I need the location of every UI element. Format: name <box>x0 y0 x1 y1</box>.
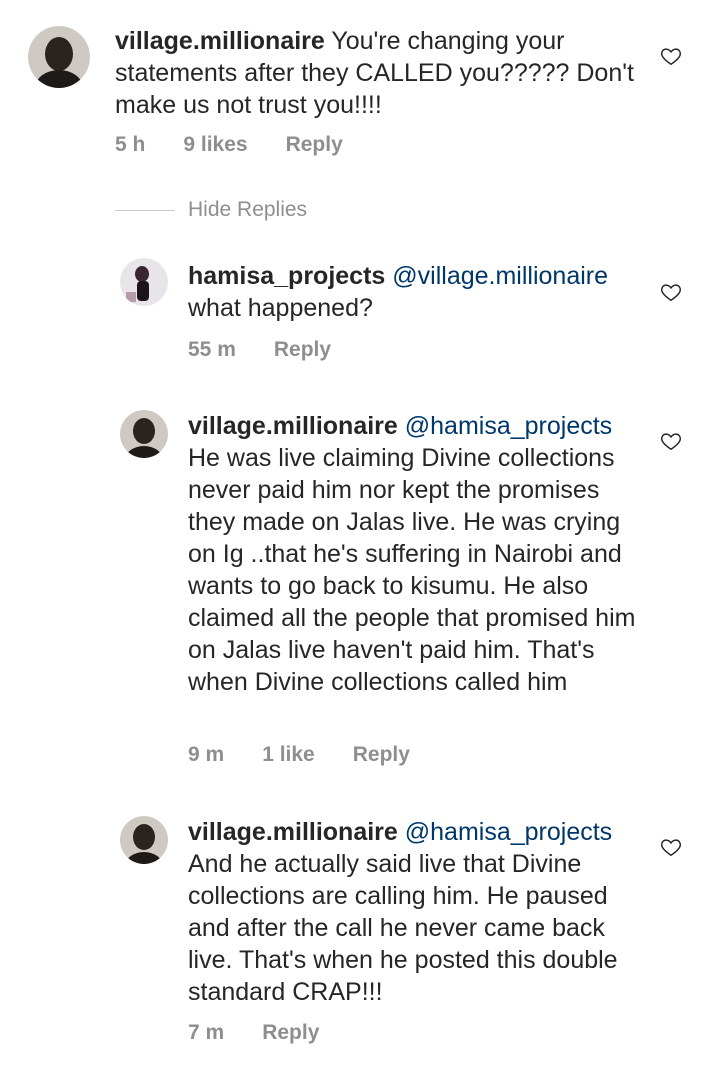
comment-meta: 5 h 9 likes Reply <box>115 133 343 157</box>
comment-text: village.millionaire You're changing your… <box>115 25 635 121</box>
comment-mention[interactable]: @hamisa_projects <box>405 818 612 846</box>
comment-meta: 55 m Reply <box>188 338 331 362</box>
reply-button[interactable]: Reply <box>353 743 410 767</box>
avatar[interactable] <box>120 258 168 306</box>
comment-text: village.millionaire @hamisa_projects He … <box>188 410 638 698</box>
reply-button[interactable]: Reply <box>274 338 331 362</box>
heart-outline-icon[interactable] <box>660 430 682 452</box>
comment-username[interactable]: village.millionaire <box>188 412 398 440</box>
comment-body: He was live claiming Divine collections … <box>188 444 636 696</box>
avatar[interactable] <box>120 816 168 864</box>
comment-body: And he actually said live that Divine co… <box>188 850 618 1006</box>
comment-meta: 9 m 1 like Reply <box>188 743 410 767</box>
comment-mention[interactable]: @hamisa_projects <box>405 412 612 440</box>
comment-body: what happened? <box>188 294 373 322</box>
avatar[interactable] <box>120 410 168 458</box>
hide-replies-label[interactable]: Hide Replies <box>188 198 307 222</box>
comment-username[interactable]: village.millionaire <box>188 818 398 846</box>
reply-button[interactable]: Reply <box>286 133 343 157</box>
comment-username[interactable]: hamisa_projects <box>188 262 385 290</box>
comment-time: 55 m <box>188 338 236 361</box>
comment-time: 9 m <box>188 743 225 766</box>
comment-meta: 7 m Reply <box>188 1021 319 1045</box>
comment-likes[interactable]: 9 likes <box>183 133 247 157</box>
comment-likes[interactable]: 1 like <box>262 743 315 767</box>
avatar[interactable] <box>28 26 90 88</box>
hide-replies-toggle[interactable]: Hide Replies <box>115 196 307 224</box>
reply-button[interactable]: Reply <box>262 1021 319 1045</box>
comment-text: hamisa_projects @village.millionaire wha… <box>188 260 638 324</box>
comment-username[interactable]: village.millionaire <box>115 27 325 55</box>
divider-line <box>115 209 175 211</box>
heart-outline-icon[interactable] <box>660 281 682 303</box>
heart-outline-icon[interactable] <box>660 45 682 67</box>
comment-text: village.millionaire @hamisa_projects And… <box>188 816 638 1008</box>
comment-time: 5 h <box>115 133 146 156</box>
heart-outline-icon[interactable] <box>660 836 682 858</box>
comment-mention[interactable]: @village.millionaire <box>392 262 608 290</box>
comment-time: 7 m <box>188 1021 225 1044</box>
